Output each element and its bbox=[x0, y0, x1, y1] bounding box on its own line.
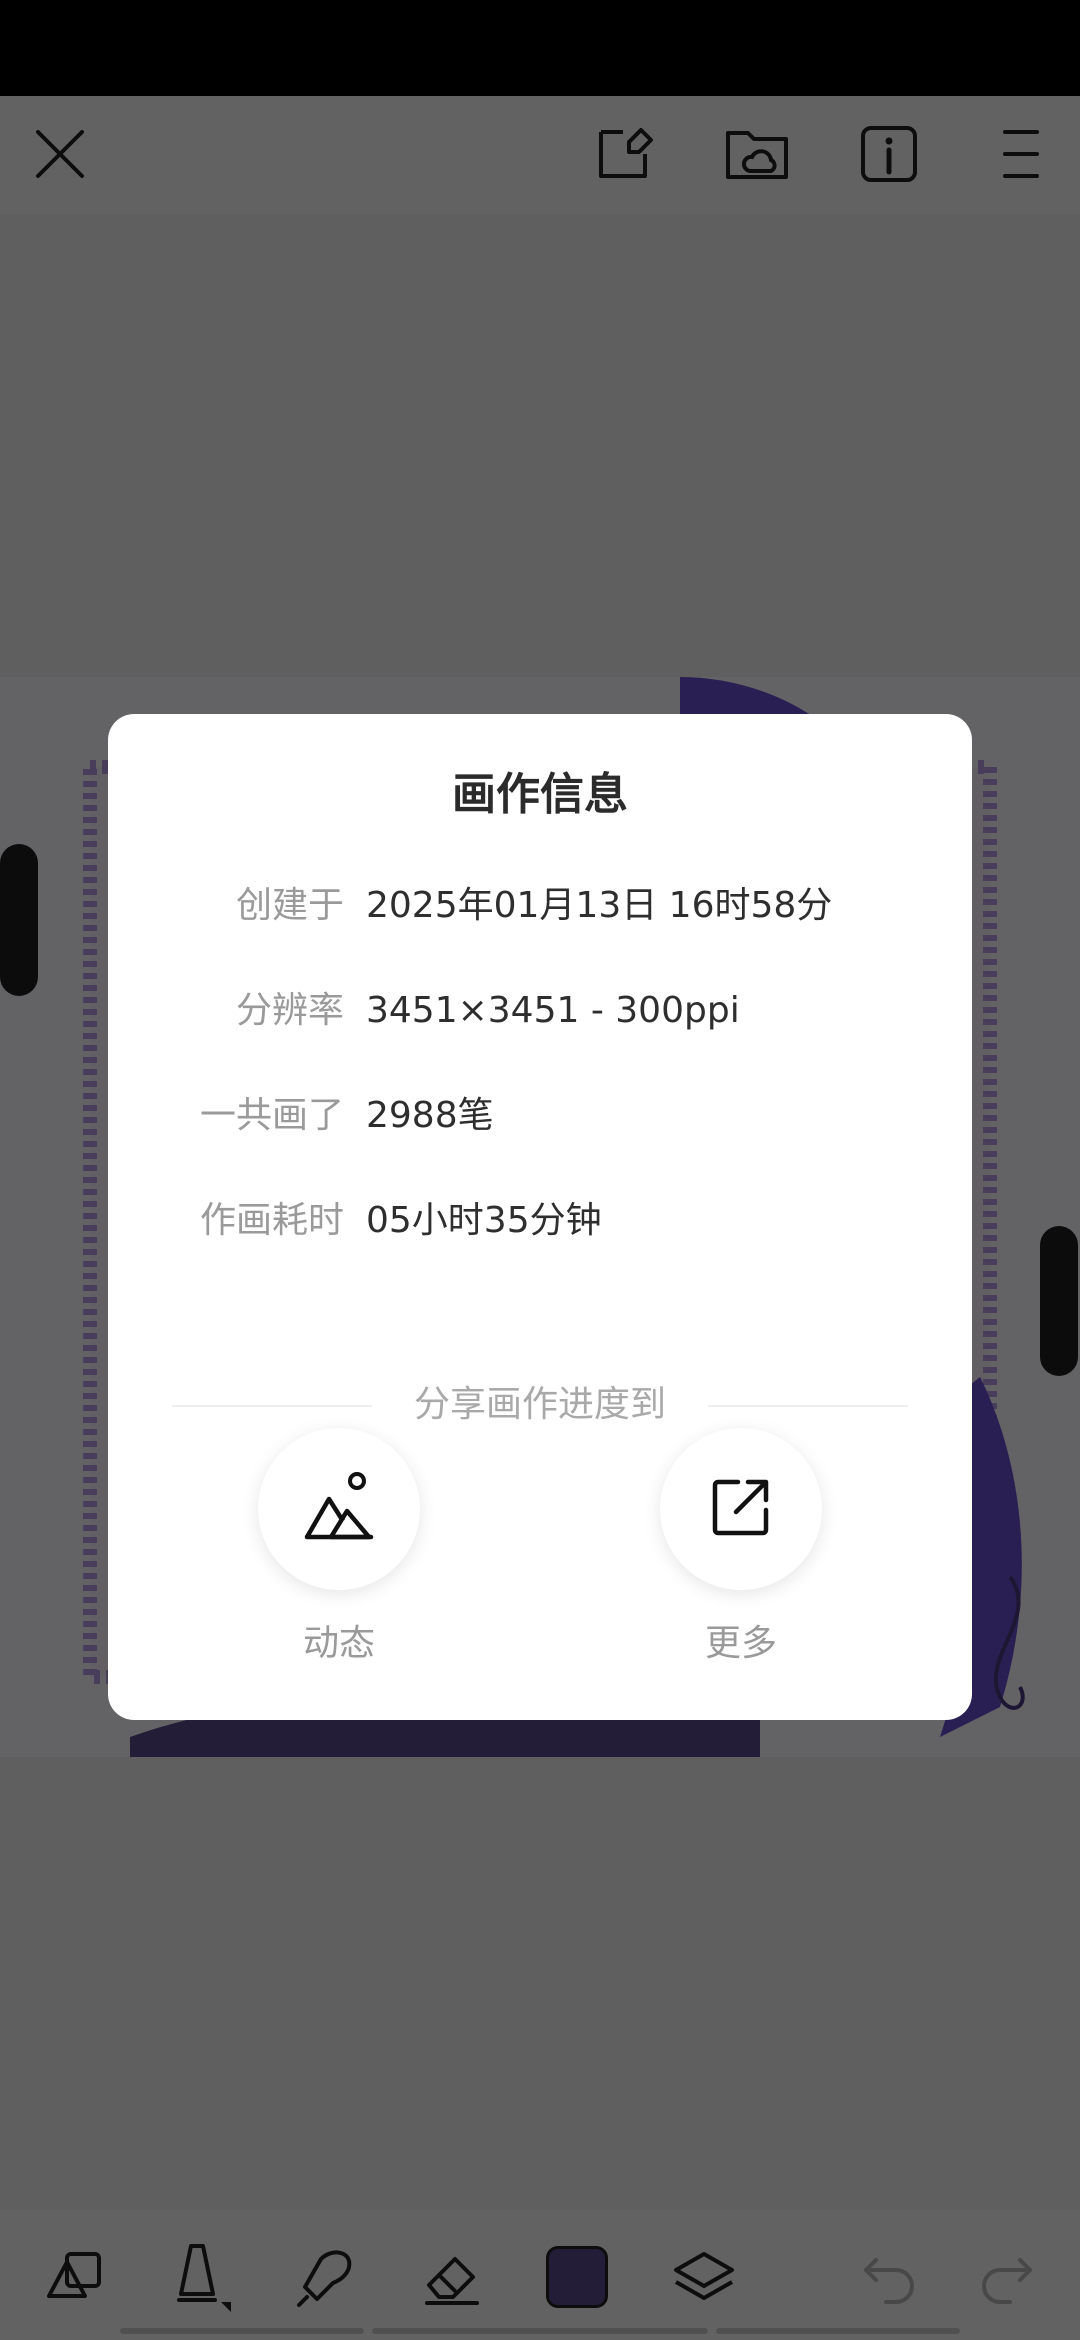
info-row-created: 创建于 2025年01月13日 16时58分 bbox=[108, 876, 972, 936]
share-more-button[interactable] bbox=[660, 1428, 822, 1590]
divider-line bbox=[708, 1405, 908, 1407]
share-moments-button[interactable] bbox=[258, 1428, 420, 1590]
dialog-title: 画作信息 bbox=[452, 769, 628, 820]
info-value: 05小时35分钟 bbox=[366, 1200, 602, 1241]
info-row-duration: 作画耗时 05小时35分钟 bbox=[108, 1191, 972, 1251]
mountain-image-icon bbox=[301, 1469, 377, 1549]
info-label: 分辨率 bbox=[235, 990, 344, 1031]
info-value: 3451×3451 - 300ppi bbox=[366, 990, 740, 1031]
info-row-resolution: 分辨率 3451×3451 - 300ppi bbox=[108, 981, 972, 1041]
info-label: 创建于 bbox=[235, 885, 344, 926]
info-row-strokes: 一共画了 2988笔 bbox=[108, 1086, 972, 1146]
info-value: 2025年01月13日 16时58分 bbox=[366, 885, 833, 926]
info-label: 作画耗时 bbox=[199, 1200, 344, 1241]
artwork-info-dialog: 画作信息 创建于 2025年01月13日 16时58分 分辨率 3451×345… bbox=[108, 714, 972, 1720]
share-moments-label: 动态 bbox=[302, 1623, 375, 1664]
share-more-label: 更多 bbox=[704, 1623, 777, 1664]
info-value: 2988笔 bbox=[366, 1095, 494, 1136]
info-label: 一共画了 bbox=[199, 1095, 344, 1136]
external-share-icon bbox=[710, 1476, 772, 1542]
share-divider: 分享画作进度到 bbox=[172, 1380, 908, 1430]
